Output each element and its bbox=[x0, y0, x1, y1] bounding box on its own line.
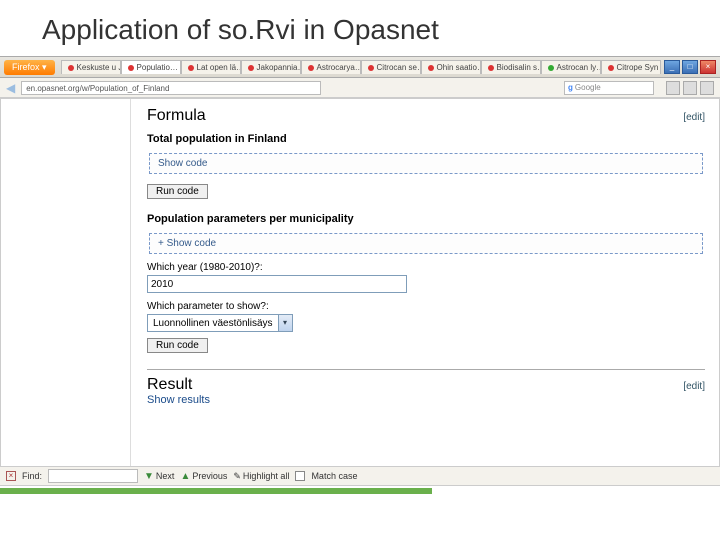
browser-tab-7[interactable]: Biodisalin s… bbox=[481, 60, 541, 74]
back-icon[interactable]: ◀ bbox=[6, 81, 15, 95]
browser-tab-1[interactable]: Populatio… bbox=[121, 60, 181, 74]
browser-tab-0[interactable]: Keskuste u J… bbox=[61, 60, 121, 74]
tab-label: Lat open lä… bbox=[197, 63, 241, 72]
tab-label: Citrope Syn bbox=[617, 63, 659, 72]
chevron-down-icon: ▾ bbox=[278, 315, 292, 331]
subhead-total-population: Total population in Finland bbox=[147, 133, 705, 145]
edit-link-result[interactable]: [edit] bbox=[683, 381, 705, 392]
subhead-population-params: Population parameters per municipality bbox=[147, 213, 705, 225]
edit-link-formula[interactable]: [edit] bbox=[683, 112, 705, 123]
address-bar: ◀ en.opasnet.org/w/Population_of_Finland… bbox=[0, 78, 720, 98]
tab-label: Astrocan ly… bbox=[557, 63, 601, 72]
favicon-icon bbox=[488, 65, 494, 71]
favicon-icon bbox=[188, 65, 194, 71]
browser-tab-2[interactable]: Lat open lä… bbox=[181, 60, 241, 74]
run-code-button-1[interactable]: Run code bbox=[147, 184, 208, 199]
tab-label: Biodisalin s… bbox=[497, 63, 541, 72]
browser-tab-4[interactable]: Astrocarya… bbox=[301, 60, 361, 74]
show-code-box-2[interactable]: + Show code bbox=[149, 233, 703, 254]
tab-label: Keskuste u J… bbox=[77, 63, 121, 72]
url-field[interactable]: en.opasnet.org/w/Population_of_Finland bbox=[21, 81, 321, 95]
parameter-select-value: Luonnollinen väestönlisäys bbox=[148, 318, 278, 329]
find-bar: × Find: ▼Next ▲Previous ✎ Highlight all … bbox=[0, 466, 720, 486]
favicon-icon bbox=[548, 65, 554, 71]
highlight-all-button[interactable]: ✎ Highlight all bbox=[233, 471, 289, 482]
match-case-checkbox[interactable] bbox=[295, 471, 305, 481]
result-heading: Result bbox=[147, 376, 192, 394]
search-box[interactable]: g Google bbox=[564, 81, 654, 95]
arrow-up-icon: ▲ bbox=[180, 471, 190, 482]
tab-bar: Firefox ▾ Keskuste u J… Populatio… Lat ope… bbox=[0, 56, 720, 78]
favicon-icon bbox=[128, 65, 134, 71]
favicon-icon bbox=[608, 65, 614, 71]
find-next-button[interactable]: ▼Next bbox=[144, 471, 174, 482]
tab-label: Ohin saatio… bbox=[437, 63, 481, 72]
formula-heading: Formula bbox=[147, 107, 206, 125]
find-close-icon[interactable]: × bbox=[6, 471, 16, 481]
arrow-down-icon: ▼ bbox=[144, 471, 154, 482]
firefox-menu-button[interactable]: Firefox ▾ bbox=[4, 60, 55, 75]
tab-label: Jakopannia… bbox=[257, 63, 301, 72]
year-input[interactable] bbox=[147, 275, 407, 293]
favicon-icon bbox=[68, 65, 74, 71]
find-label: Find: bbox=[22, 471, 42, 481]
show-results-link[interactable]: Show results bbox=[147, 394, 705, 406]
favicon-icon bbox=[308, 65, 314, 71]
search-placeholder: Google bbox=[575, 81, 601, 95]
run-code-button-2[interactable]: Run code bbox=[147, 338, 208, 353]
tab-strip: Keskuste u J… Populatio… Lat open lä… Jakop… bbox=[61, 60, 661, 74]
slide-title: Application of so.Rvi in Opasnet bbox=[0, 0, 720, 56]
browser-tab-6[interactable]: Ohin saatio… bbox=[421, 60, 481, 74]
google-icon: g bbox=[568, 81, 573, 95]
parameter-select[interactable]: Luonnollinen väestönlisäys ▾ bbox=[147, 314, 293, 332]
browser-tab-8[interactable]: Astrocan ly… bbox=[541, 60, 601, 74]
window-controls: _ □ × bbox=[664, 60, 716, 74]
divider bbox=[147, 369, 705, 370]
match-case-label: Match case bbox=[311, 471, 357, 481]
browser-tab-9[interactable]: Citrope Syn bbox=[601, 60, 661, 74]
wiki-page: Formula [edit] Total population in Finla… bbox=[131, 99, 719, 477]
browser-tab-3[interactable]: Jakopannia… bbox=[241, 60, 301, 74]
highlight-icon: ✎ bbox=[233, 471, 241, 482]
show-code-box-1[interactable]: Show code bbox=[149, 153, 703, 174]
favicon-icon bbox=[368, 65, 374, 71]
favicon-icon bbox=[428, 65, 434, 71]
home-icon[interactable] bbox=[666, 81, 680, 95]
minimize-button[interactable]: _ bbox=[664, 60, 680, 74]
tab-label: Populatio… bbox=[137, 63, 178, 72]
find-input[interactable] bbox=[48, 469, 138, 483]
tab-label: Astrocarya… bbox=[317, 63, 361, 72]
content-area: Formula [edit] Total population in Finla… bbox=[0, 98, 720, 478]
bottom-whitespace bbox=[0, 494, 720, 540]
browser-tab-5[interactable]: Citrocan se… bbox=[361, 60, 421, 74]
tool-icon[interactable] bbox=[700, 81, 714, 95]
year-label: Which year (1980-2010)?: bbox=[147, 262, 705, 273]
find-previous-button[interactable]: ▲Previous bbox=[180, 471, 227, 482]
parameter-label: Which parameter to show?: bbox=[147, 301, 705, 312]
maximize-button[interactable]: □ bbox=[682, 60, 698, 74]
favicon-icon bbox=[248, 65, 254, 71]
left-sidebar bbox=[1, 99, 131, 477]
close-button[interactable]: × bbox=[700, 60, 716, 74]
feed-icon[interactable] bbox=[683, 81, 697, 95]
tab-label: Citrocan se… bbox=[377, 63, 421, 72]
